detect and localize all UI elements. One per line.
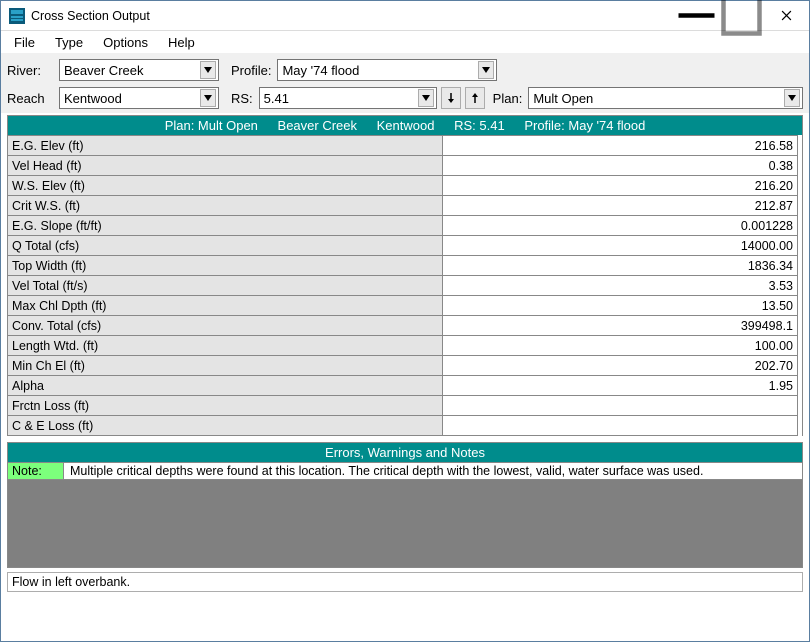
- window-title: Cross Section Output: [31, 9, 150, 23]
- hdr-rs: RS: 5.41: [446, 118, 513, 133]
- element-table: Element Left OB Channel Right OB Wt. n-V…: [802, 135, 803, 436]
- plan-value: Mult Open: [533, 91, 593, 106]
- summary-row: Q Total (cfs)14000.00: [8, 236, 798, 256]
- profile-combo[interactable]: May '74 flood: [277, 59, 497, 81]
- summary-key: Conv. Total (cfs): [8, 316, 443, 336]
- summary-key: Frctn Loss (ft): [8, 396, 443, 416]
- summary-val: 216.20: [442, 176, 798, 196]
- summary-val: [442, 396, 798, 416]
- rs-down-button[interactable]: [441, 87, 461, 109]
- reach-label: Reach: [7, 91, 55, 106]
- summary-row: Length Wtd. (ft)100.00: [8, 336, 798, 356]
- summary-val: 202.70: [442, 356, 798, 376]
- rs-up-button[interactable]: [465, 87, 485, 109]
- ewn-header: Errors, Warnings and Notes: [7, 442, 803, 463]
- data-area: E.G. Elev (ft)216.58Vel Head (ft)0.38W.S…: [1, 135, 809, 436]
- hdr-reach: Kentwood: [369, 118, 443, 133]
- app-icon: [9, 8, 25, 24]
- chevron-down-icon: [200, 61, 216, 79]
- summary-key: W.S. Elev (ft): [8, 176, 443, 196]
- minimize-button[interactable]: [674, 1, 719, 30]
- summary-val: 1.95: [442, 376, 798, 396]
- summary-key: Max Chl Dpth (ft): [8, 296, 443, 316]
- plan-label: Plan:: [489, 91, 525, 106]
- menu-help[interactable]: Help: [159, 33, 204, 52]
- profile-label: Profile:: [223, 63, 273, 78]
- summary-val: 0.38: [442, 156, 798, 176]
- status-bar: Flow in left overbank.: [7, 572, 803, 592]
- hdr-river: Beaver Creek: [270, 118, 365, 133]
- selector-panel: River: Beaver Creek Profile: May '74 flo…: [1, 53, 809, 113]
- menu-file[interactable]: File: [5, 33, 44, 52]
- hdr-plan: Plan: Mult Open: [157, 118, 266, 133]
- summary-row: Vel Total (ft/s)3.53: [8, 276, 798, 296]
- summary-key: E.G. Elev (ft): [8, 136, 443, 156]
- river-value: Beaver Creek: [64, 63, 143, 78]
- summary-table: E.G. Elev (ft)216.58Vel Head (ft)0.38W.S…: [7, 135, 798, 436]
- summary-key: Length Wtd. (ft): [8, 336, 443, 356]
- summary-val: 1836.34: [442, 256, 798, 276]
- hdr-profile: Profile: May '74 flood: [516, 118, 653, 133]
- summary-row: Alpha1.95: [8, 376, 798, 396]
- chevron-down-icon: [784, 89, 800, 107]
- summary-val: [442, 416, 798, 436]
- ewn-empty-area: [7, 480, 803, 568]
- chevron-down-icon: [200, 89, 216, 107]
- profile-value: May '74 flood: [282, 63, 359, 78]
- summary-val: 216.58: [442, 136, 798, 156]
- summary-row: Crit W.S. (ft)212.87: [8, 196, 798, 216]
- note-row: Note: Multiple critical depths were foun…: [7, 463, 803, 480]
- chevron-down-icon: [418, 89, 434, 107]
- summary-key: Crit W.S. (ft): [8, 196, 443, 216]
- summary-row: Top Width (ft)1836.34: [8, 256, 798, 276]
- summary-key: E.G. Slope (ft/ft): [8, 216, 443, 236]
- plan-combo[interactable]: Mult Open: [528, 87, 803, 109]
- summary-val: 0.001228: [442, 216, 798, 236]
- summary-val: 3.53: [442, 276, 798, 296]
- summary-row: Frctn Loss (ft): [8, 396, 798, 416]
- summary-row: C & E Loss (ft): [8, 416, 798, 436]
- summary-key: Top Width (ft): [8, 256, 443, 276]
- summary-row: E.G. Slope (ft/ft)0.001228: [8, 216, 798, 236]
- summary-key: Alpha: [8, 376, 443, 396]
- summary-row: W.S. Elev (ft)216.20: [8, 176, 798, 196]
- summary-key: C & E Loss (ft): [8, 416, 443, 436]
- rs-value: 5.41: [264, 91, 289, 106]
- chevron-down-icon: [478, 61, 494, 79]
- maximize-button[interactable]: [719, 1, 764, 30]
- titlebar: Cross Section Output: [1, 1, 809, 31]
- menu-type[interactable]: Type: [46, 33, 92, 52]
- summary-key: Vel Head (ft): [8, 156, 443, 176]
- river-combo[interactable]: Beaver Creek: [59, 59, 219, 81]
- summary-row: Conv. Total (cfs)399498.1: [8, 316, 798, 336]
- reach-combo[interactable]: Kentwood: [59, 87, 219, 109]
- summary-val: 399498.1: [442, 316, 798, 336]
- menu-options[interactable]: Options: [94, 33, 157, 52]
- summary-val: 13.50: [442, 296, 798, 316]
- summary-val: 14000.00: [442, 236, 798, 256]
- summary-val: 212.87: [442, 196, 798, 216]
- summary-key: Q Total (cfs): [8, 236, 443, 256]
- summary-key: Min Ch El (ft): [8, 356, 443, 376]
- summary-val: 100.00: [442, 336, 798, 356]
- river-label: River:: [7, 63, 55, 78]
- note-text: Multiple critical depths were found at t…: [64, 463, 802, 479]
- context-header: Plan: Mult Open Beaver Creek Kentwood RS…: [7, 115, 803, 135]
- summary-row: E.G. Elev (ft)216.58: [8, 136, 798, 156]
- summary-row: Vel Head (ft)0.38: [8, 156, 798, 176]
- rs-combo[interactable]: 5.41: [259, 87, 437, 109]
- summary-row: Min Ch El (ft)202.70: [8, 356, 798, 376]
- reach-value: Kentwood: [64, 91, 122, 106]
- summary-row: Max Chl Dpth (ft)13.50: [8, 296, 798, 316]
- summary-key: Vel Total (ft/s): [8, 276, 443, 296]
- rs-label: RS:: [223, 91, 255, 106]
- note-label: Note:: [8, 463, 64, 479]
- close-button[interactable]: [764, 1, 809, 30]
